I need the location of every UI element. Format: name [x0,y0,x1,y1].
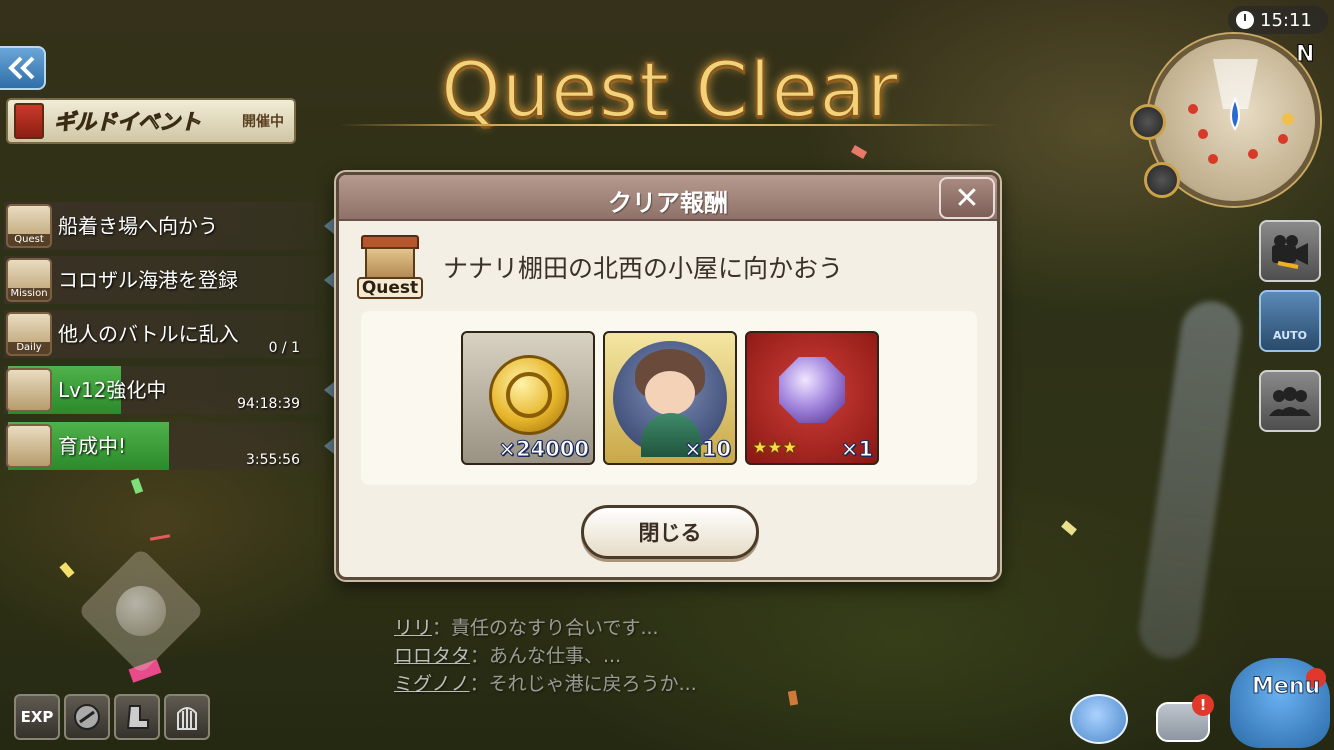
group-people-icon [1269,387,1311,416]
chat-message: ：それじゃ港に戻ろうか... [469,673,697,695]
gear-icon[interactable] [64,694,110,740]
clock-display: 15:11 [1228,6,1328,34]
chat-message: ：責任のなすり合いです... [432,617,659,639]
emote-button[interactable] [1070,694,1128,744]
quest-tracker-enhance[interactable]: Lv12強化中 94:18:39 [4,366,334,414]
reward-item-coin[interactable]: ×24000 [461,331,595,465]
exp-label: EXP [20,708,54,726]
double-chevron-left-icon [8,56,35,80]
dialog-header: クリア報酬 ✕ [339,175,997,221]
chat-speaker[interactable]: リリ [394,617,432,639]
clock-icon [1236,11,1254,29]
qicon-caption: Quest [8,234,50,246]
expand-arrow-icon [324,272,334,288]
guild-event-label: ギルドイベント [54,110,202,135]
chat-line: ミグノノ：それじゃ港に戻ろうか... [394,670,697,698]
purple-gem-icon [779,357,845,423]
quest-label: 船着き場へ向かう [58,214,218,238]
quest-tracker-daily[interactable]: Daily 他人のバトルに乱入 0 / 1 [4,310,326,358]
quest-label: コロザル海港を登録 [58,268,238,292]
qicon-caption: Mission [8,288,50,300]
expand-arrow-icon [324,218,334,234]
reward-item-gem[interactable]: ★★★ ×1 [745,331,879,465]
chat-log: リリ：責任のなすり合いです... ロロタタ：あんな仕事、... ミグノノ：それじ… [394,614,697,698]
boot-svg [126,705,149,729]
timer-text: 3:55:56 [246,452,300,468]
clock-time: 15:11 [1260,9,1312,31]
camera-rotate-button[interactable] [1130,104,1166,140]
camera-button[interactable] [1259,220,1321,282]
reward-quantity: ×10 [684,437,732,462]
dpad-center[interactable] [116,586,166,636]
cage-svg [177,707,197,730]
chat-line: リリ：責任のなすり合いです... [394,614,697,642]
chat-line: ロロタタ：あんな仕事、... [394,642,697,670]
chat-bubble-button[interactable]: ! [1156,694,1214,742]
reward-quantity: ×1 [840,437,873,462]
expand-arrow-icon [324,382,334,398]
quest-name: ナナリ棚田の北西の小屋に向かおう [443,254,844,283]
quest-tracker-mission[interactable]: Mission コロザル海港を登録 [4,256,334,304]
quest-icon-house [365,247,415,281]
coin-emblem [506,372,552,418]
chat-message: ：あんな仕事、... [470,645,622,667]
workbench-icon [6,368,52,412]
auto-battle-button[interactable]: AUTO [1259,290,1321,352]
rarity-stars: ★★★ [751,435,800,460]
guild-event-status: 開催中 [242,114,284,130]
quest-label: 他人のバトルに乱入 [58,322,239,346]
daily-progress-count: 0 / 1 [268,340,300,356]
face-toggle-button[interactable] [1144,162,1180,198]
menu-label: Menu [1251,674,1321,700]
guild-flag-icon [14,103,44,139]
quest-tracker-quest[interactable]: Quest 船着き場へ向かう [4,202,334,250]
gold-coin-icon [489,355,569,435]
mission-icon: Mission [6,258,52,302]
guild-event-banner[interactable]: ギルドイベント 開催中 [6,98,296,144]
reward-quantity: ×24000 [498,437,590,462]
character-face [645,371,695,415]
qicon-caption: Daily [8,342,50,354]
cage-icon[interactable] [164,694,210,740]
quest-clear-banner: Quest Clear [340,40,1000,150]
reward-item-character[interactable]: ×10 [603,331,737,465]
exp-button[interactable]: EXP [14,694,60,740]
expand-arrow-icon [324,438,334,454]
quest-house-icon: Quest [6,204,52,248]
reward-panel: ×24000 ×10 ★★★ ×1 [361,311,977,485]
quest-house-icon: Quest [357,233,423,299]
timer-text: 94:18:39 [237,396,300,412]
auto-label: AUTO [1273,328,1307,342]
title-underline [340,124,1000,126]
chat-speaker[interactable]: ミグノノ [394,673,470,695]
shield-icon [74,704,100,730]
workbench-icon [6,424,52,468]
close-button[interactable]: 閉じる [581,505,759,559]
quest-tracker-training[interactable]: 育成中! 3:55:56 [4,422,334,470]
party-button[interactable] [1259,370,1321,432]
dialog-title: クリア報酬 [608,189,728,217]
quest-label: 育成中! [58,434,127,458]
daily-scroll-icon: Daily [6,312,52,356]
boot-icon[interactable] [114,694,160,740]
video-camera-icon [1272,235,1308,269]
quest-reward-dialog: クリア報酬 ✕ Quest ナナリ棚田の北西の小屋に向かおう ×24000 ×1… [336,172,1000,580]
notification-badge: ! [1192,694,1214,716]
quest-icon-caption: Quest [357,277,423,299]
chat-speaker[interactable]: ロロタタ [394,645,470,667]
close-x-button[interactable]: ✕ [939,177,995,219]
compass-north: N [1295,42,1315,68]
back-button[interactable] [0,46,46,90]
quest-label: Lv12強化中 [58,378,167,402]
close-icon: ✕ [954,180,980,216]
menu-button[interactable] [1230,658,1330,748]
